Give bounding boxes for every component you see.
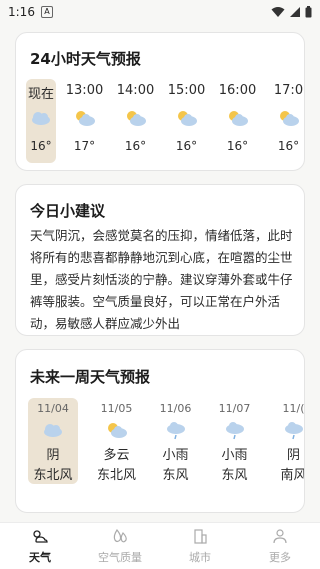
- partly-cloudy-icon: [177, 111, 197, 126]
- day-wind: 南风: [280, 468, 305, 483]
- weekly-list: 11/04 阴 东北风 11/05 多云 东北风 11/06 小雨 东风 11/…: [28, 398, 305, 484]
- hour-temp: 16°: [124, 139, 147, 153]
- air-quality-icon: [113, 528, 127, 543]
- hourly-forecast-card: 24小时天气预报 现在 16° 13:00 17° 14:00 16° 15:0…: [15, 32, 305, 171]
- day-date: 11/(: [282, 402, 305, 415]
- tab-label: 空气质量: [98, 551, 142, 564]
- battery-icon: [305, 6, 312, 18]
- partly-cloudy-icon: [75, 111, 95, 126]
- advice-title: 今日小建议: [30, 202, 106, 220]
- weekly-item[interactable]: 11/06 小雨 东风: [146, 398, 205, 484]
- cloud-icon: [32, 112, 50, 125]
- hour-time: 15:00: [167, 83, 206, 98]
- hourly-item[interactable]: 17:0 16°: [263, 79, 304, 163]
- weekly-item-today[interactable]: 11/04 阴 东北风: [28, 398, 78, 484]
- weather-icon: [33, 530, 48, 543]
- signal-icon: [290, 7, 300, 17]
- hourly-list: 现在 16° 13:00 17° 14:00 16° 15:00 16° 16:…: [22, 79, 304, 163]
- hour-time: 17:0: [273, 83, 304, 98]
- status-bar: 1:16 A: [0, 0, 320, 24]
- status-time: 1:16: [8, 5, 35, 19]
- tab-label: 更多: [269, 551, 291, 564]
- hour-temp: 16°: [277, 139, 300, 153]
- hour-temp: 16°: [175, 139, 198, 153]
- rain-icon: [284, 422, 303, 440]
- rain-icon: [225, 422, 244, 440]
- status-right: [271, 6, 312, 18]
- person-icon: [273, 529, 287, 544]
- hour-temp: 16°: [226, 139, 249, 153]
- weekly-item[interactable]: 11/05 多云 东北风: [87, 398, 146, 484]
- hour-time: 13:00: [65, 83, 104, 98]
- hourly-item-now[interactable]: 现在 16°: [26, 79, 56, 163]
- tab-label: 天气: [29, 551, 51, 564]
- tab-air-quality[interactable]: 空气质量: [80, 523, 160, 569]
- hourly-item[interactable]: 16:00 16°: [212, 79, 263, 163]
- advice-card: 今日小建议 天气阴沉，会感觉莫名的压抑，情绪低落，此时将所有的悲喜都静静地沉到心…: [15, 184, 305, 336]
- hourly-item[interactable]: 15:00 16°: [161, 79, 212, 163]
- day-wind: 东风: [221, 468, 248, 483]
- day-wind: 东风: [162, 468, 189, 483]
- partly-cloudy-icon: [279, 111, 299, 126]
- rain-icon: [166, 422, 185, 440]
- day-date: 11/05: [100, 402, 133, 415]
- status-left: 1:16 A: [8, 5, 53, 19]
- weekly-forecast-card: 未来一周天气预报 11/04 阴 东北风 11/05 多云 东北风 11/06 …: [15, 349, 305, 513]
- day-date: 11/07: [218, 402, 251, 415]
- tab-label: 城市: [189, 551, 211, 564]
- day-condition: 阴: [46, 448, 60, 463]
- day-condition: 小雨: [162, 448, 189, 463]
- day-condition: 阴: [286, 448, 300, 463]
- day-date: 11/04: [37, 402, 69, 415]
- bottom-tab-bar: 天气 空气质量 城市 更多: [0, 522, 320, 569]
- day-condition: 小雨: [221, 448, 248, 463]
- partly-cloudy-icon: [228, 111, 248, 126]
- day-condition: 多云: [103, 448, 130, 463]
- day-wind: 东北风: [96, 468, 136, 483]
- day-wind: 东北风: [33, 468, 73, 483]
- hour-temp: 17°: [73, 139, 96, 153]
- hourly-forecast-title: 24小时天气预报: [30, 50, 141, 68]
- hour-time: 现在: [27, 87, 54, 102]
- hour-temp: 16°: [30, 139, 52, 153]
- hour-time: 16:00: [218, 83, 257, 98]
- partly-cloudy-icon: [126, 111, 146, 126]
- wifi-icon: [271, 7, 285, 17]
- hour-time: 14:00: [116, 83, 155, 98]
- advice-text: 天气阴沉，会感觉莫名的压抑，情绪低落，此时将所有的悲喜都静静地沉到心底，在喧嚣的…: [30, 228, 293, 331]
- notification-icon: A: [40, 6, 53, 18]
- tab-weather[interactable]: 天气: [0, 523, 80, 569]
- tab-more[interactable]: 更多: [240, 523, 320, 569]
- city-icon: [194, 529, 207, 544]
- hourly-item[interactable]: 13:00 17°: [59, 79, 110, 163]
- cloud-icon: [44, 424, 62, 437]
- hourly-item[interactable]: 14:00 16°: [110, 79, 161, 163]
- weekly-forecast-title: 未来一周天气预报: [30, 368, 151, 386]
- weekly-item[interactable]: 11/( 阴 南风: [264, 398, 305, 484]
- partly-cloudy-icon: [107, 423, 127, 438]
- tab-city[interactable]: 城市: [160, 523, 240, 569]
- day-date: 11/06: [159, 402, 192, 415]
- weekly-item[interactable]: 11/07 小雨 东风: [205, 398, 264, 484]
